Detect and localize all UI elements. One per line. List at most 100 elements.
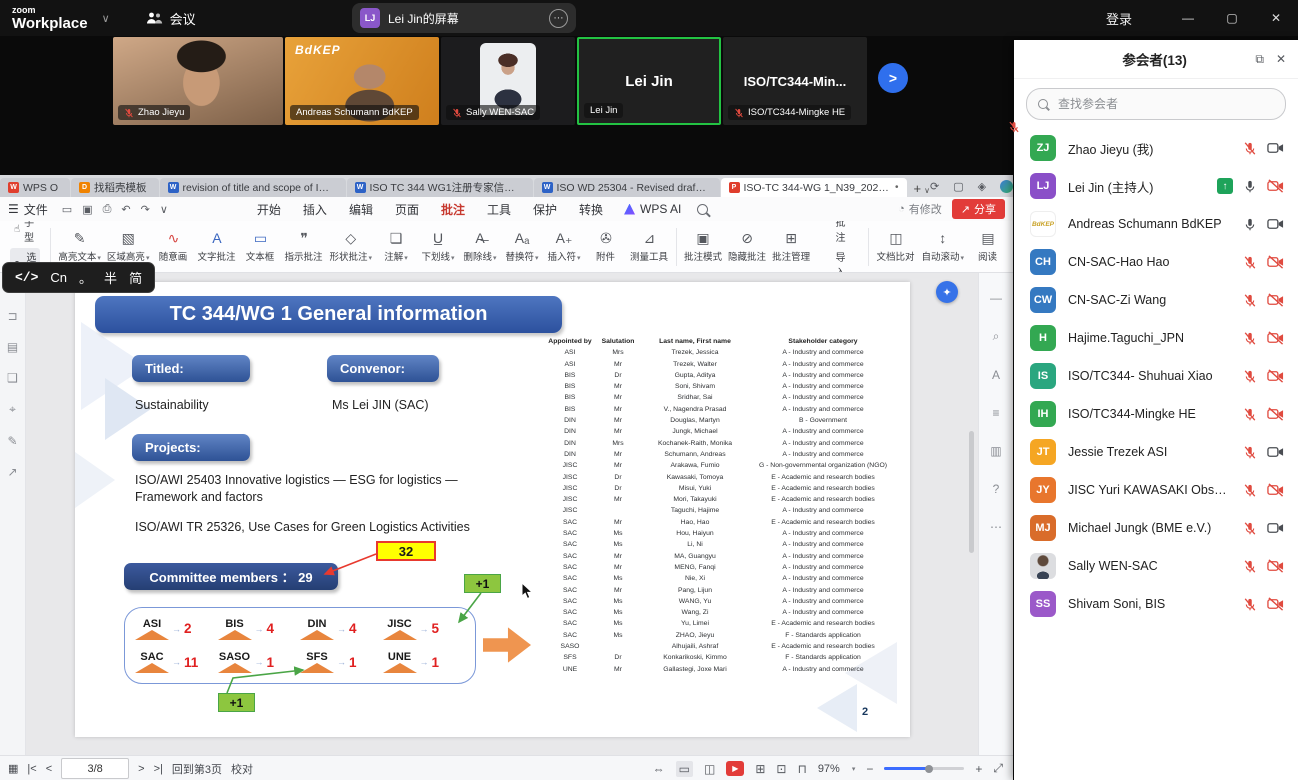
- sidebar-tool-icon[interactable]: ≡: [992, 406, 999, 420]
- document-tab[interactable]: P ISO-TC 344-WG 1_N39_2025-0 •: [721, 178, 907, 197]
- participant-row[interactable]: ZJ Zhao Jieyu (我) ↑: [1014, 129, 1298, 167]
- zoom-out-button[interactable]: −: [866, 762, 873, 776]
- video-tile-andreas-schumann[interactable]: BdKEP Andreas Schumann BdKEP: [285, 37, 439, 125]
- last-page-button[interactable]: >|: [154, 763, 163, 775]
- document-tab[interactable]: W ISO WD 25304 - Revised draft --fo: [534, 178, 720, 197]
- zoom-level[interactable]: 97%: [818, 763, 840, 775]
- first-page-button[interactable]: |<: [27, 763, 36, 775]
- sidebar-tool-icon[interactable]: ⊐: [7, 309, 17, 323]
- participant-row[interactable]: SS Shivam Soni, BIS ↑: [1014, 585, 1298, 623]
- back-to-page-button[interactable]: 回到第3页: [172, 761, 222, 777]
- minimize-button[interactable]: —: [1166, 0, 1210, 36]
- ribbon-tool[interactable]: A₊ 插入符▾: [543, 230, 585, 263]
- new-tab-button[interactable]: +: [914, 181, 922, 196]
- sidebar-tool-icon[interactable]: ✎: [7, 434, 17, 448]
- participant-row[interactable]: JY JISC Yuri KAWASAKI Observer ↑: [1014, 471, 1298, 509]
- participant-row[interactable]: JT Jessie Trezek ASI ↑: [1014, 433, 1298, 471]
- menu-tab[interactable]: 批注: [430, 198, 476, 221]
- ribbon-tool[interactable]: ✇ 附件: [585, 230, 627, 263]
- ribbon-tool[interactable]: U̲ 下划线▾: [417, 230, 459, 263]
- quick-tool-icon[interactable]: ⎙: [103, 203, 112, 216]
- popout-icon[interactable]: ⧉: [1255, 52, 1264, 67]
- vertical-scrollbar[interactable]: [969, 431, 974, 553]
- ribbon-tool[interactable]: ∿ 随意画: [152, 230, 194, 263]
- sidebar-tool-icon[interactable]: ▤: [7, 340, 18, 354]
- document-tab[interactable]: D 找稻壳模板: [71, 178, 159, 197]
- quick-tool-icon[interactable]: ▭: [62, 203, 72, 216]
- participant-search[interactable]: [1026, 88, 1286, 120]
- chevron-down-icon[interactable]: ∨: [102, 12, 110, 25]
- page-number-input[interactable]: [61, 758, 129, 779]
- menu-tab[interactable]: 插入: [292, 198, 338, 221]
- prev-page-button[interactable]: <: [46, 763, 52, 775]
- export-annotations[interactable]: ↥ 导出批注: [819, 221, 858, 245]
- ribbon-tool[interactable]: A 文字批注: [194, 230, 239, 263]
- quick-tool-icon[interactable]: ↶: [121, 203, 130, 216]
- ribbon-tool[interactable]: ✎ 高亮文本▾: [55, 230, 104, 263]
- participant-row[interactable]: MJ Michael Jungk (BME e.V.) ↑: [1014, 509, 1298, 547]
- sidebar-tool-icon[interactable]: ⌕: [993, 329, 1000, 344]
- shield-icon[interactable]: ◈: [978, 180, 986, 193]
- two-page-icon[interactable]: ◫: [704, 762, 715, 776]
- multi-window-icon[interactable]: ▢: [953, 180, 963, 193]
- page-panel-icon[interactable]: ▦: [8, 762, 18, 775]
- grid-view-icon[interactable]: ⊞: [755, 762, 765, 776]
- ribbon-tool[interactable]: A̶ 删除线▾: [459, 230, 501, 263]
- more-options-icon[interactable]: ⋯: [549, 9, 568, 28]
- participant-row[interactable]: CW CN-SAC-Zi Wang ↑: [1014, 281, 1298, 319]
- search-icon[interactable]: [697, 204, 708, 215]
- participant-row[interactable]: LJ Lei Jin (主持人) ↑: [1014, 167, 1298, 205]
- ribbon-tool[interactable]: Aₐ 替换符▾: [501, 230, 543, 263]
- menu-tab[interactable]: 转换: [568, 198, 614, 221]
- quick-tool-icon[interactable]: ▣: [82, 203, 92, 216]
- zoom-slider[interactable]: [884, 767, 964, 770]
- ribbon-tool[interactable]: ⊞ 批注管理: [769, 230, 813, 263]
- account-avatar[interactable]: [1000, 180, 1013, 193]
- zoom-in-button[interactable]: +: [975, 762, 982, 776]
- single-page-icon[interactable]: ▭: [676, 761, 693, 777]
- ribbon-tool[interactable]: ◫ 文档比对: [873, 230, 918, 263]
- participant-row[interactable]: BdKEP Andreas Schumann BdKEP ↑: [1014, 205, 1298, 243]
- hand-tool[interactable]: ☝ 手型: [10, 221, 40, 245]
- close-button[interactable]: ✕: [1254, 0, 1298, 36]
- sidebar-tool-icon[interactable]: ⌖: [9, 402, 16, 417]
- participant-row[interactable]: CH CN-SAC-Hao Hao ↑: [1014, 243, 1298, 281]
- proofread-button[interactable]: 校对: [231, 761, 253, 777]
- video-tile-zhao-jieyu[interactable]: Zhao Jieyu: [113, 37, 283, 125]
- sidebar-tool-icon[interactable]: ⋯: [990, 520, 1002, 534]
- participant-row[interactable]: Sally WEN-SAC ↑: [1014, 547, 1298, 585]
- menu-tab[interactable]: 工具: [476, 198, 522, 221]
- login-button[interactable]: 登录: [1106, 9, 1132, 28]
- ribbon-tool[interactable]: ▣ 批注模式: [681, 230, 725, 263]
- document-tab[interactable]: W revision of title and scope of ISO-: [160, 178, 346, 197]
- zoom-slider-knob[interactable]: [925, 765, 933, 773]
- restore-button[interactable]: ▢: [1210, 0, 1254, 36]
- quick-tool-icon[interactable]: ↷: [141, 203, 150, 216]
- participant-row[interactable]: IH ISO/TC344-Mingke HE ↑: [1014, 395, 1298, 433]
- fit-width-icon[interactable]: ⇔: [653, 762, 665, 776]
- close-panel-icon[interactable]: ✕: [1276, 52, 1286, 67]
- next-videos-button[interactable]: >: [878, 63, 908, 93]
- ribbon-tool[interactable]: ❞ 指示批注: [281, 230, 326, 263]
- ribbon-tool[interactable]: ▭ 文本框: [239, 230, 281, 263]
- tab-meeting[interactable]: 会议: [146, 9, 196, 28]
- wps-ai-button[interactable]: WPS AI: [624, 202, 681, 216]
- ribbon-tool[interactable]: ↕ 自动滚动▾: [918, 230, 967, 263]
- menu-tab[interactable]: 开始: [246, 198, 292, 221]
- ribbon-tool[interactable]: ❏ 注解▾: [375, 230, 417, 263]
- quick-tool-icon[interactable]: ∨: [160, 203, 168, 216]
- ribbon-tool[interactable]: ⊘ 隐藏批注: [725, 230, 769, 263]
- sidebar-tool-icon[interactable]: ?: [993, 482, 1000, 496]
- search-input[interactable]: [1056, 96, 1260, 112]
- import-annotations[interactable]: ↧ 导入批注: [819, 248, 858, 273]
- ribbon-tool[interactable]: ▤ 阅读: [967, 230, 1009, 263]
- next-page-button[interactable]: >: [138, 763, 144, 775]
- ribbon-tool[interactable]: ⊿ 测量工具: [627, 230, 672, 263]
- document-tab[interactable]: W WPS O: [0, 178, 70, 197]
- video-tile-lei-jin-active[interactable]: Lei Jin Lei Jin: [577, 37, 721, 125]
- sidebar-tool-icon[interactable]: A: [992, 368, 1000, 382]
- sidebar-tool-icon[interactable]: —: [990, 291, 1002, 305]
- menu-tab[interactable]: 编辑: [338, 198, 384, 221]
- clip-view-icon[interactable]: ⊓: [797, 762, 806, 776]
- ribbon-tool[interactable]: ▧ 区域高亮▾: [104, 230, 153, 263]
